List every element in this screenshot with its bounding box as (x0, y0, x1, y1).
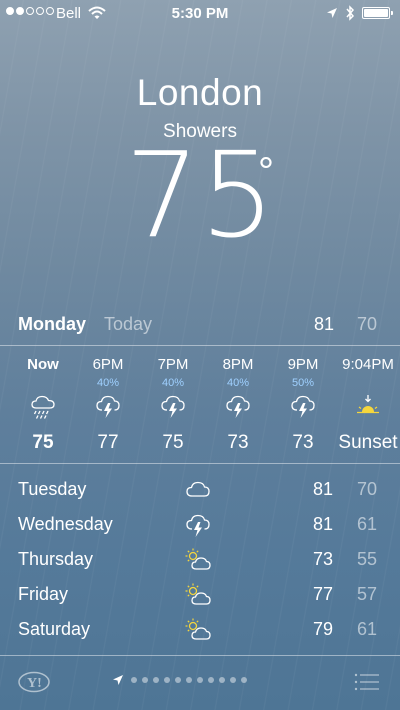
page-dot (241, 677, 247, 683)
hour-precip: 40% (226, 377, 250, 389)
city-name: London (136, 72, 264, 113)
daily-row: Saturday 79 61 (0, 614, 400, 646)
hour-precip: 40% (96, 377, 120, 389)
degree-symbol: ° (258, 150, 274, 194)
location-arrow-icon (327, 8, 337, 18)
page-indicator[interactable] (112, 674, 247, 686)
battery-icon (362, 7, 393, 19)
page-dot (230, 677, 236, 683)
partly-cloudy-icon (185, 583, 211, 605)
day-high: 77 (313, 584, 334, 604)
divider-middle (0, 463, 400, 464)
thunderstorm-icon (96, 395, 120, 418)
day-low: 70 (357, 479, 378, 499)
daily-row: Tuesday 81 70 (0, 474, 400, 506)
hour-label: Now (27, 356, 59, 373)
battery-nub (391, 11, 393, 15)
hour-label: 9:04PM (342, 356, 394, 373)
day-low: 61 (357, 619, 378, 639)
current-temperature: 75 ° (0, 136, 400, 255)
rain-icon (31, 395, 55, 419)
day-high: 81 (313, 479, 334, 499)
page-dot (175, 677, 181, 683)
day-low: 61 (357, 514, 378, 534)
hour-temperature: 73 (292, 432, 314, 453)
cloud-icon (186, 481, 210, 497)
day-high: 81 (313, 514, 334, 534)
location-page-icon (113, 675, 123, 685)
page-dot (131, 677, 137, 683)
partly-cloudy-icon (185, 548, 211, 570)
hour-precip: 40% (161, 377, 185, 389)
yahoo-logo-text: Y! (27, 676, 42, 691)
day-name: Thursday (18, 549, 94, 569)
day-name: Saturday (18, 619, 91, 639)
day-high: 79 (313, 619, 334, 639)
today-label: Today (104, 314, 153, 334)
battery-fill (364, 9, 388, 17)
thunderstorm-icon (291, 395, 315, 418)
hour-temperature: 75 (32, 432, 54, 453)
today-summary-row: Monday Today 81 70 (0, 310, 400, 340)
hour-temperature: 73 (227, 432, 249, 453)
hour-temperature: Sunset (338, 432, 398, 453)
status-time: 5:30 PM (171, 5, 229, 22)
today-low: 70 (357, 314, 378, 334)
city-list-icon[interactable] (354, 672, 380, 692)
page-dot (219, 677, 225, 683)
page-dot (142, 677, 148, 683)
thunderstorm-icon (186, 514, 210, 537)
page-dot (164, 677, 170, 683)
yahoo-logo[interactable]: Y! (16, 670, 56, 694)
hour-temperature: 77 (97, 432, 119, 453)
today-high: 81 (314, 314, 335, 334)
status-bar: Bell 5:30 PM (0, 0, 400, 28)
hour-label: 8PM (222, 356, 254, 373)
page-dot (186, 677, 192, 683)
daily-row: Wednesday 81 61 (0, 509, 400, 541)
current-temperature-value: 75 (124, 126, 276, 264)
day-name: Wednesday (18, 514, 113, 534)
thunderstorm-icon (161, 395, 185, 418)
hour-label: 6PM (92, 356, 124, 373)
hour-label: 7PM (157, 356, 189, 373)
hourly-forecast[interactable]: Now 75 6PM 40% 77 7PM 40% 75 8PM 40% 73 … (0, 346, 400, 464)
day-low: 57 (357, 584, 378, 604)
bluetooth-icon (346, 5, 355, 21)
sunset-icon (357, 395, 379, 414)
footer-toolbar: Y! (0, 656, 400, 710)
page-dot (208, 677, 214, 683)
page-dot (197, 677, 203, 683)
thunderstorm-icon (226, 395, 250, 418)
page-dot (153, 677, 159, 683)
daily-row: Thursday 73 55 (0, 544, 400, 576)
hour-precip: 50% (291, 377, 315, 389)
day-name: Tuesday (18, 479, 87, 499)
day-high: 73 (313, 549, 334, 569)
hour-label: 9PM (287, 356, 319, 373)
daily-row: Friday 77 57 (0, 579, 400, 611)
day-name: Friday (18, 584, 69, 604)
hour-temperature: 75 (162, 432, 184, 453)
partly-cloudy-icon (185, 618, 211, 640)
day-low: 55 (357, 549, 378, 569)
today-day-name: Monday (18, 314, 87, 334)
